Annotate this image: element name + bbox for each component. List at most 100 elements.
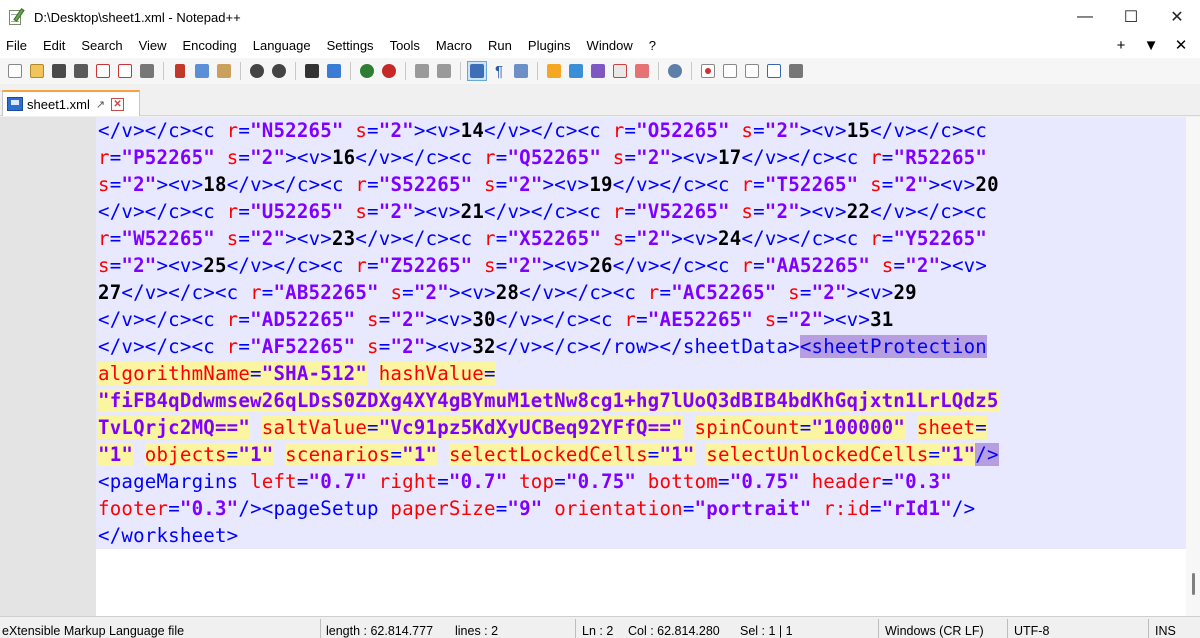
- function-list-icon[interactable]: [610, 61, 630, 81]
- menu-plugins[interactable]: Plugins: [520, 34, 579, 58]
- code-token: =: [109, 227, 122, 250]
- status-encoding[interactable]: UTF-8: [1014, 617, 1049, 638]
- sync-horizontal-icon[interactable]: [434, 61, 454, 81]
- find-icon[interactable]: [302, 61, 322, 81]
- save-icon[interactable]: [49, 61, 69, 81]
- code-line[interactable]: </v></c><c r="N52265" s="2"><v>14</v></c…: [98, 117, 987, 144]
- save-all-icon[interactable]: [71, 61, 91, 81]
- maximize-button[interactable]: ☐: [1108, 0, 1154, 34]
- close-window-button[interactable]: ✕: [1154, 0, 1200, 34]
- zoom-in-icon[interactable]: [357, 61, 377, 81]
- replace-icon[interactable]: [324, 61, 344, 81]
- menu-tools[interactable]: Tools: [382, 34, 428, 58]
- close-all-icon[interactable]: [115, 61, 135, 81]
- minimize-button[interactable]: —: [1062, 0, 1108, 34]
- monitoring-icon[interactable]: [665, 61, 685, 81]
- indent-guide-icon[interactable]: [511, 61, 531, 81]
- print-icon[interactable]: [137, 61, 157, 81]
- doc-list-icon[interactable]: [588, 61, 608, 81]
- code-token: left: [250, 470, 297, 493]
- open-file-icon[interactable]: [27, 61, 47, 81]
- menu-search[interactable]: Search: [73, 34, 130, 58]
- menu-macro[interactable]: Macro: [428, 34, 480, 58]
- status-col: Col : 62.814.280: [628, 624, 720, 638]
- code-token: </v></c><c: [519, 281, 648, 304]
- code-token: "2": [764, 119, 800, 142]
- code-token: ><v>: [285, 146, 332, 169]
- menu-encoding[interactable]: Encoding: [175, 34, 245, 58]
- code-token: =: [624, 146, 637, 169]
- code-line[interactable]: </v></c><c r="AF52265" s="2"><v>32</v></…: [98, 333, 987, 360]
- code-token: r: [98, 146, 110, 169]
- code-line[interactable]: </v></c><c r="AD52265" s="2"><v>30</v></…: [98, 306, 893, 333]
- code-line[interactable]: footer="0.3"/><pageSetup paperSize="9" o…: [98, 495, 975, 522]
- menu-language[interactable]: Language: [245, 34, 319, 58]
- tab-close-icon[interactable]: ✕: [111, 97, 125, 111]
- editor-area[interactable]: </v></c><c r="N52265" s="2"><v>14</v></c…: [0, 117, 1200, 616]
- code-line[interactable]: <pageMargins left="0.7" right="0.7" top=…: [98, 468, 952, 495]
- tab-list-dropdown-icon[interactable]: ▼: [1136, 34, 1166, 58]
- zoom-out-icon[interactable]: [379, 61, 399, 81]
- code-token: "P52265": [121, 146, 215, 169]
- menu-window[interactable]: Window: [579, 34, 641, 58]
- scrollbar-thumb[interactable]: [1192, 573, 1195, 595]
- undo-icon[interactable]: [247, 61, 267, 81]
- sync-vertical-icon[interactable]: [412, 61, 432, 81]
- status-eol[interactable]: Windows (CR LF): [885, 617, 984, 638]
- code-line[interactable]: </worksheet>: [98, 522, 238, 549]
- pin-icon[interactable]: ↗: [96, 98, 105, 111]
- code-line[interactable]: algorithmName="SHA-512" hashValue=: [98, 360, 496, 387]
- code-token: ><v>: [542, 173, 590, 196]
- code-token: "2": [788, 308, 824, 331]
- code-token: =: [238, 227, 251, 250]
- code-token: "SHA-512": [261, 362, 368, 385]
- tab-sheet1-xml[interactable]: sheet1.xml ↗ ✕: [2, 90, 140, 116]
- menu-edit[interactable]: Edit: [35, 34, 73, 58]
- menu-view[interactable]: View: [131, 34, 175, 58]
- run-macro-multiple-icon[interactable]: [764, 61, 784, 81]
- vertical-scrollbar[interactable]: [1186, 117, 1200, 616]
- new-file-icon[interactable]: [5, 61, 25, 81]
- menu-file[interactable]: File: [0, 34, 35, 58]
- cut-icon[interactable]: [170, 61, 190, 81]
- folder-workspace-icon[interactable]: [632, 61, 652, 81]
- code-token: s: [741, 119, 754, 142]
- code-line[interactable]: r="P52265" s="2"><v>16</v></c><c r="Q522…: [98, 144, 987, 171]
- code-token: "AB52265": [273, 281, 379, 304]
- stop-macro-icon[interactable]: [720, 61, 740, 81]
- code-line[interactable]: s="2"><v>18</v></c><c r="S52265" s="2"><…: [98, 171, 999, 198]
- udl-icon[interactable]: [544, 61, 564, 81]
- record-macro-icon[interactable]: [698, 61, 718, 81]
- menu-help[interactable]: ?: [641, 34, 664, 58]
- paste-icon[interactable]: [214, 61, 234, 81]
- close-icon[interactable]: [93, 61, 113, 81]
- code-token: 18: [203, 173, 227, 196]
- code-token: =: [250, 362, 262, 385]
- code-token: r: [741, 173, 754, 196]
- code-line[interactable]: "fiFB4qDdwmsew26qLDsS0ZDXg4XY4gBYmuM1etN…: [98, 387, 999, 414]
- doc-map-icon[interactable]: [566, 61, 586, 81]
- code-token: =: [109, 173, 122, 196]
- close-doc-icon[interactable]: ✕: [1166, 34, 1196, 58]
- code-line[interactable]: TvLQrjc2MQ==" saltValue="Vc91pz5KdXyUCBe…: [98, 414, 987, 441]
- code-line[interactable]: s="2"><v>25</v></c><c r="Z52265" s="2"><…: [98, 252, 987, 279]
- code-line[interactable]: 27</v></c><c r="AB52265" s="2"><v>28</v>…: [98, 279, 917, 306]
- code-token: "AF52265": [250, 335, 356, 358]
- code-line[interactable]: </v></c><c r="U52265" s="2"><v>21</v></c…: [98, 198, 987, 225]
- save-macro-icon[interactable]: [786, 61, 806, 81]
- menu-run[interactable]: Run: [480, 34, 520, 58]
- code-line[interactable]: "1" objects="1" scenarios="1" selectLock…: [98, 441, 999, 468]
- menu-settings[interactable]: Settings: [319, 34, 382, 58]
- play-macro-icon[interactable]: [742, 61, 762, 81]
- word-wrap-icon[interactable]: [467, 61, 487, 81]
- redo-icon[interactable]: [269, 61, 289, 81]
- copy-icon[interactable]: [192, 61, 212, 81]
- code-token: "2": [390, 308, 426, 331]
- add-tab-icon[interactable]: +: [1106, 34, 1136, 58]
- code-token: s: [881, 254, 894, 277]
- code-line[interactable]: r="W52265" s="2"><v>23</v></c><c r="X522…: [98, 225, 987, 252]
- show-all-chars-icon[interactable]: ¶: [489, 61, 509, 81]
